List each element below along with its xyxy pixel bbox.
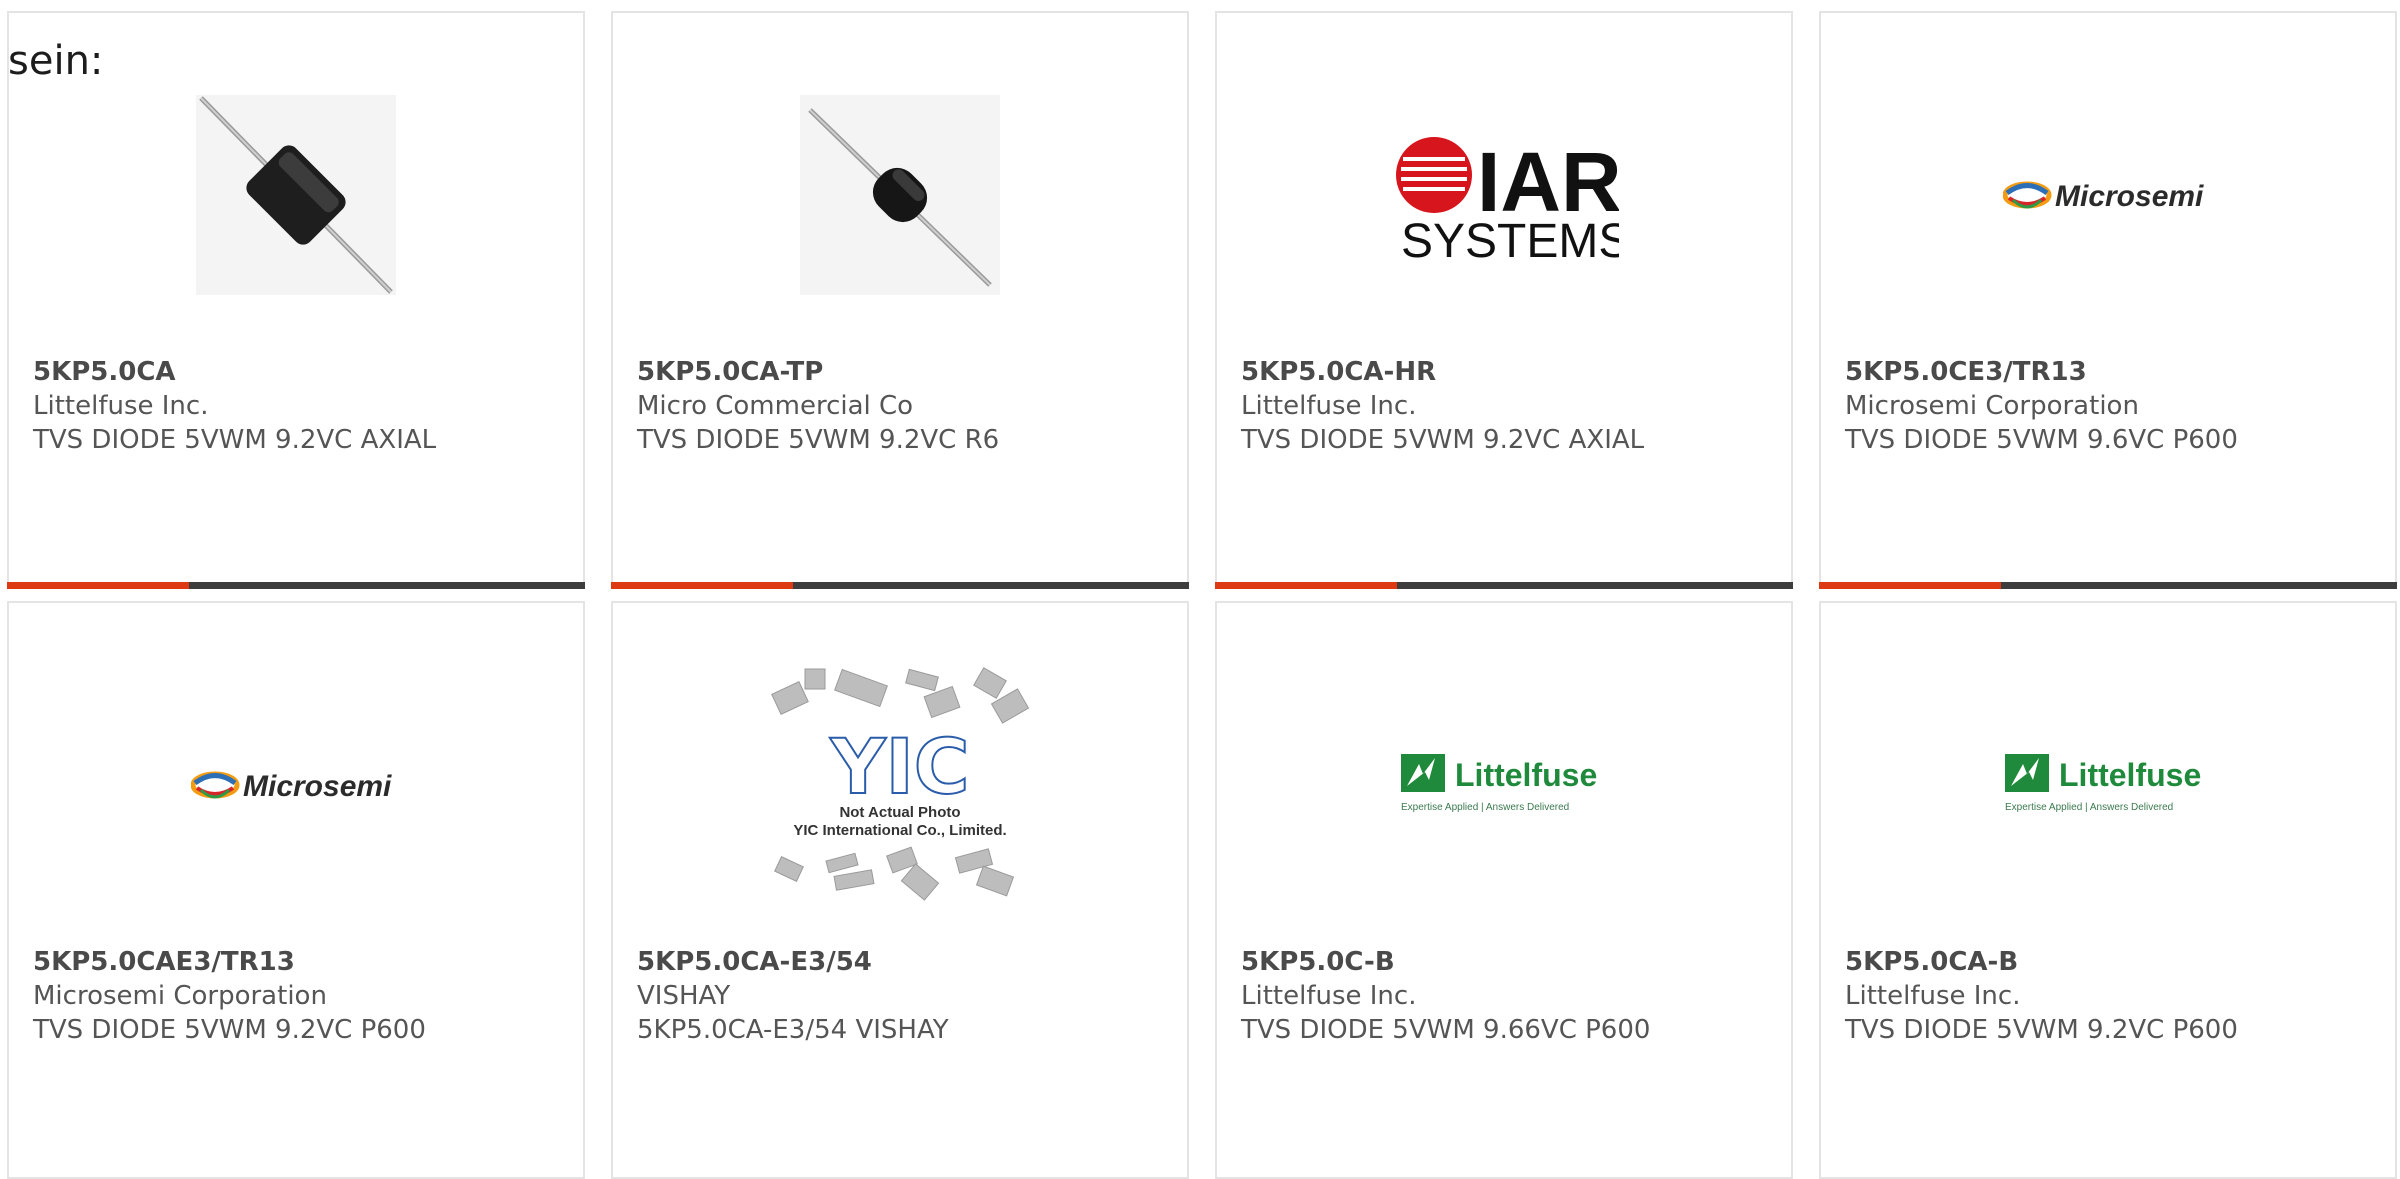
product-image[interactable] — [613, 53, 1187, 337]
product-description: 5KP5.0CA-E3/54 VISHAY — [637, 1015, 949, 1045]
card-accent-bar — [611, 582, 794, 589]
logo-text: SYSTEMS — [1401, 215, 1619, 265]
product-image[interactable]: Microsemi — [9, 643, 583, 927]
part-number-link[interactable]: 5KP5.0CA — [33, 355, 573, 389]
part-number-link[interactable]: 5KP5.0CA-TP — [637, 355, 1177, 389]
manufacturer-name: Littelfuse Inc. — [1241, 391, 1417, 421]
product-image[interactable]: Microsemi — [1821, 53, 2395, 337]
product-image[interactable] — [9, 53, 583, 337]
logo-text: Expertise Applied | Answers Delivered — [2005, 802, 2173, 813]
product-card[interactable]: Microsemi 5KP5.0CAE3/TR13 Microsemi Corp… — [7, 601, 585, 1179]
product-card[interactable]: Microsemi 5KP5.0CE3/TR13 Microsemi Corpo… — [1819, 11, 2397, 589]
microsemi-logo: Microsemi — [191, 770, 392, 803]
iar-systems-logo: IAR SYSTEMS — [1396, 135, 1619, 265]
product-card[interactable]: 5KP5.0CA-TP Micro Commercial Co TVS DIOD… — [611, 11, 1189, 589]
product-description: TVS DIODE 5VWM 9.2VC AXIAL — [33, 425, 437, 455]
card-accent-bar — [7, 582, 190, 589]
card-footer-bar — [7, 582, 585, 589]
product-card[interactable]: IAR SYSTEMS 5KP5.0CA-HR Littelfuse Inc. … — [1215, 11, 1793, 589]
card-footer-bar — [1819, 582, 2397, 589]
card-footer-bar — [611, 582, 1189, 589]
manufacturer-name: Littelfuse Inc. — [33, 391, 209, 421]
product-card[interactable]: Littelfuse Expertise Applied | Answers D… — [1215, 601, 1793, 1179]
product-card[interactable]: YIC Not Actual Photo YIC International C… — [611, 601, 1189, 1179]
logo-text: Microsemi — [243, 770, 392, 803]
axial-diode-photo — [800, 95, 1000, 295]
product-card[interactable]: 5KP5.0CA Littelfuse Inc. TVS DIODE 5VWM … — [7, 11, 585, 589]
axial-diode-photo — [196, 95, 396, 295]
product-description: TVS DIODE 5VWM 9.2VC P600 — [33, 1015, 426, 1045]
product-image[interactable]: Littelfuse Expertise Applied | Answers D… — [1217, 643, 1791, 927]
part-number-link[interactable]: 5KP5.0CA-HR — [1241, 355, 1781, 389]
littelfuse-logo: Littelfuse Expertise Applied | Answers D… — [2005, 754, 2201, 813]
not-actual-photo-placeholder: YIC Not Actual Photo YIC International C… — [771, 667, 1030, 901]
part-number-link[interactable]: 5KP5.0CAE3/TR13 — [33, 945, 573, 979]
product-image[interactable]: YIC Not Actual Photo YIC International C… — [613, 643, 1187, 927]
logo-text: Littelfuse — [2059, 757, 2201, 793]
intro-text: sein: — [8, 38, 104, 84]
part-number-link[interactable]: 5KP5.0C-B — [1241, 945, 1781, 979]
logo-text: Expertise Applied | Answers Delivered — [1401, 802, 1569, 813]
card-accent-bar — [1819, 582, 2002, 589]
product-card[interactable]: Littelfuse Expertise Applied | Answers D… — [1819, 601, 2397, 1179]
card-accent-bar — [1215, 582, 1398, 589]
manufacturer-name: Microsemi Corporation — [33, 981, 327, 1011]
logo-text: Microsemi — [2055, 180, 2204, 213]
logo-text: YIC — [829, 722, 969, 811]
card-footer-bar — [1215, 582, 1793, 589]
part-number-link[interactable]: 5KP5.0CE3/TR13 — [1845, 355, 2385, 389]
logo-text: Not Actual Photo — [839, 804, 960, 821]
product-description: TVS DIODE 5VWM 9.2VC P600 — [1845, 1015, 2238, 1045]
manufacturer-name: Littelfuse Inc. — [1241, 981, 1417, 1011]
product-image[interactable]: IAR SYSTEMS — [1217, 53, 1791, 337]
product-description: TVS DIODE 5VWM 9.66VC P600 — [1241, 1015, 1651, 1045]
product-description: TVS DIODE 5VWM 9.6VC P600 — [1845, 425, 2238, 455]
product-description: TVS DIODE 5VWM 9.2VC AXIAL — [1241, 425, 1645, 455]
product-description: TVS DIODE 5VWM 9.2VC R6 — [637, 425, 1000, 455]
littelfuse-logo: Littelfuse Expertise Applied | Answers D… — [1401, 754, 1597, 813]
logo-text: YIC International Co., Limited. — [793, 822, 1006, 839]
manufacturer-name: Micro Commercial Co — [637, 391, 914, 421]
part-number-link[interactable]: 5KP5.0CA-E3/54 — [637, 945, 1177, 979]
manufacturer-name: VISHAY — [637, 981, 731, 1011]
logo-text: Littelfuse — [1455, 757, 1597, 793]
manufacturer-name: Littelfuse Inc. — [1845, 981, 2021, 1011]
manufacturer-name: Microsemi Corporation — [1845, 391, 2139, 421]
part-number-link[interactable]: 5KP5.0CA-B — [1845, 945, 2385, 979]
product-image[interactable]: Littelfuse Expertise Applied | Answers D… — [1821, 643, 2395, 927]
microsemi-logo: Microsemi — [2003, 180, 2204, 213]
